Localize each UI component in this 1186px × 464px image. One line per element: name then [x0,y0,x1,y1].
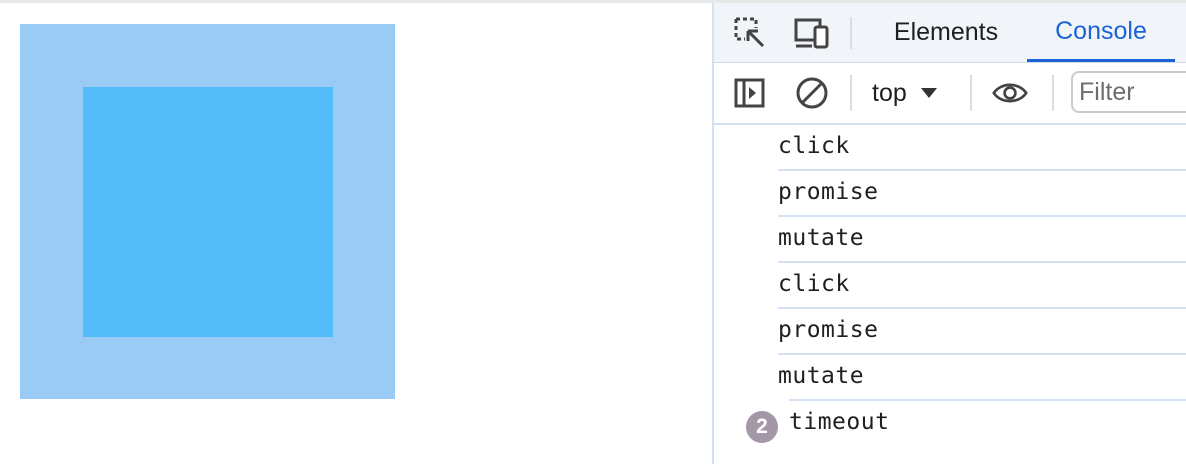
message-text: click [778,133,850,159]
filter-input[interactable] [1071,71,1186,113]
console-message[interactable]: promise [714,309,1186,355]
console-message[interactable]: mutate [714,355,1186,401]
console-message[interactable]: click [714,263,1186,309]
clear-console-icon[interactable] [794,75,830,111]
inspect-element-icon[interactable] [732,15,768,51]
repeat-count-badge: 2 [746,411,778,443]
live-expression-eye-icon[interactable] [992,75,1028,111]
devtools-panel: Elements Console top Filter click promis… [712,3,1186,464]
toolbar-separator [970,75,972,111]
console-message[interactable]: promise [714,171,1186,217]
inner-box[interactable] [83,87,333,337]
console-toolbar: top [714,63,1186,125]
message-text: timeout [789,409,890,435]
console-message[interactable]: click [714,125,1186,171]
context-value: top [872,78,907,107]
message-text: mutate [778,225,865,251]
message-text: mutate [778,363,865,389]
context-selector[interactable]: top [872,77,937,109]
dropdown-arrow-icon [920,88,937,98]
toolbar-separator [1052,75,1054,111]
console-messages: click promise mutate click promise mutat… [714,125,1186,447]
tab-elements[interactable]: Elements [874,3,1018,62]
device-toolbar-icon[interactable] [794,15,830,51]
sidebar-toggle-icon[interactable] [732,75,768,111]
console-message[interactable]: mutate [714,217,1186,263]
tab-console[interactable]: Console [1027,3,1175,62]
console-message-repeated[interactable]: 2 timeout [714,401,1186,447]
message-text: click [778,271,850,297]
message-text: promise [778,179,879,205]
tabbar-separator [850,17,852,49]
message-text: promise [778,317,879,343]
toolbar-separator [850,75,852,111]
devtools-tabbar: Elements Console [714,3,1186,63]
